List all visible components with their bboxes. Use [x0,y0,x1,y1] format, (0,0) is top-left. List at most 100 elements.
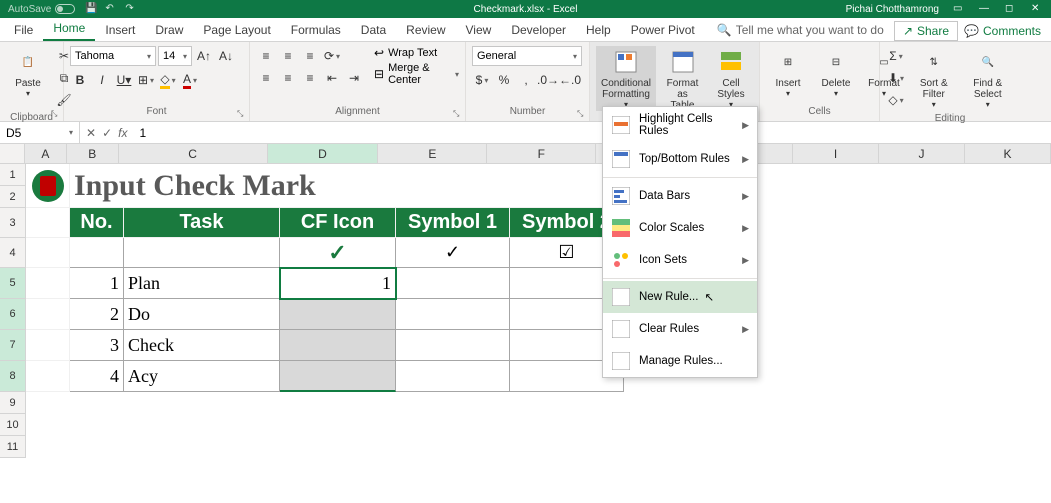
cell[interactable] [26,208,70,238]
tab-help[interactable]: Help [576,19,621,41]
align-bottom-button[interactable]: ≡ [300,46,320,66]
tab-formulas[interactable]: Formulas [281,19,351,41]
quick-access-toolbar[interactable]: 💾 ↶ ↷ [85,3,137,15]
save-icon[interactable]: 💾 [85,3,97,15]
delete-cells-button[interactable]: ⊟Delete▾ [814,46,858,100]
align-center-button[interactable]: ≡ [278,68,298,88]
align-left-button[interactable]: ≡ [256,68,276,88]
grow-font-button[interactable]: A↑ [194,46,214,66]
tab-home[interactable]: Home [43,17,95,41]
cell[interactable] [26,238,70,268]
name-box[interactable]: D5▾ [0,122,80,143]
tab-draw[interactable]: Draw [145,19,193,41]
tell-me[interactable]: 🔍Tell me what you want to do [717,19,884,41]
row-header-11[interactable]: 11 [0,436,26,458]
select-all-corner[interactable] [0,144,25,164]
cell[interactable] [396,361,510,392]
border-button[interactable]: ⊞ [136,70,156,90]
row-header-5[interactable]: 5 [0,268,26,299]
decrease-indent-button[interactable]: ⇤ [322,68,342,88]
sort-filter-button[interactable]: ⇅Sort & Filter▾ [910,46,958,111]
decrease-decimal-button[interactable]: ←.0 [560,70,580,90]
menu-clear-rules[interactable]: Clear Rules▶ [603,313,757,345]
row-header-2[interactable]: 2 [0,186,26,208]
autosave-toggle[interactable]: AutoSave [8,4,75,15]
cancel-formula-button[interactable]: ✕ [86,126,96,140]
menu-data-bars[interactable]: Data Bars▶ [603,180,757,212]
font-launcher[interactable]: ⤡ [237,109,247,119]
hdr-task[interactable]: Task [124,208,280,238]
cell-task[interactable]: Do [124,299,280,330]
col-header-k[interactable]: K [965,144,1051,163]
menu-highlight-cells[interactable]: Highlight Cells Rules▶ [603,107,757,143]
minimize-icon[interactable]: — [979,3,991,15]
row-header-8[interactable]: 8 [0,361,26,392]
number-launcher[interactable]: ⤡ [577,109,587,119]
col-header-f[interactable]: F [487,144,596,163]
align-middle-button[interactable]: ≡ [278,46,298,66]
tab-developer[interactable]: Developer [501,19,576,41]
col-header-d[interactable]: D [268,144,379,163]
italic-button[interactable]: I [92,70,112,90]
fill-button[interactable]: ⬇ [886,68,906,88]
close-icon[interactable]: ✕ [1031,3,1043,15]
col-header-c[interactable]: C [119,144,268,163]
row-header-10[interactable]: 10 [0,414,26,436]
menu-new-rule[interactable]: New Rule...↖ [603,281,757,313]
col-header-a[interactable]: A [25,144,67,163]
checkmark-green-icon[interactable]: ✓ [280,238,396,268]
col-header-j[interactable]: J [879,144,965,163]
cell[interactable] [26,268,70,299]
tab-view[interactable]: View [456,19,502,41]
cell[interactable] [26,299,70,330]
clear-button[interactable]: ◇ [886,90,906,110]
paste-button[interactable]: 📋Paste▾ [6,46,50,100]
row-header-6[interactable]: 6 [0,299,26,330]
increase-decimal-button[interactable]: .0→ [538,70,558,90]
fx-button[interactable]: fx [118,126,127,140]
cell[interactable] [124,238,280,268]
cell-styles-button[interactable]: Cell Styles▾ [709,46,753,111]
cell-no[interactable]: 2 [70,299,124,330]
menu-top-bottom[interactable]: Top/Bottom Rules▶ [603,143,757,175]
cell-task[interactable]: Check [124,330,280,361]
user-name[interactable]: Pichai Chotthamrong [846,4,939,15]
number-format-select[interactable]: General [472,46,582,66]
cell[interactable] [396,299,510,330]
col-header-b[interactable]: B [67,144,119,163]
fill-color-button[interactable]: ◇ [158,70,178,90]
cell[interactable] [26,330,70,361]
ribbon-display-icon[interactable]: ▭ [953,3,965,15]
col-header-e[interactable]: E [378,144,487,163]
enter-formula-button[interactable]: ✓ [102,126,112,140]
bold-button[interactable]: B [70,70,90,90]
increase-indent-button[interactable]: ⇥ [344,68,364,88]
redo-icon[interactable]: ↷ [125,3,137,15]
alignment-launcher[interactable]: ⤡ [453,109,463,119]
hdr-no[interactable]: No. [70,208,124,238]
insert-cells-button[interactable]: ⊞Insert▾ [766,46,810,100]
worksheet[interactable]: A B C D E F G H I J K 1 2 Input Check Ma… [0,144,1051,458]
cell[interactable] [26,361,70,392]
cell[interactable] [396,268,510,299]
clipboard-launcher[interactable]: ⤡ [51,109,61,119]
row-header-9[interactable]: 9 [0,392,26,414]
shrink-font-button[interactable]: A↓ [216,46,236,66]
row-header-1[interactable]: 1 [0,164,26,186]
row-header-7[interactable]: 7 [0,330,26,361]
comma-format-button[interactable]: , [516,70,536,90]
font-name-select[interactable]: Tahoma [70,46,156,66]
tab-page-layout[interactable]: Page Layout [193,19,280,41]
col-header-i[interactable]: I [793,144,879,163]
find-select-button[interactable]: 🔍Find & Select▾ [962,46,1015,111]
row-header-3[interactable]: 3 [0,208,26,238]
cell-task[interactable]: Acy [124,361,280,392]
cell[interactable] [280,361,396,392]
menu-icon-sets[interactable]: Icon Sets▶ [603,244,757,276]
hdr-s1[interactable]: Symbol 1 [396,208,510,238]
cell[interactable] [280,330,396,361]
row-header-4[interactable]: 4 [0,238,26,268]
share-button[interactable]: ↗Share [894,21,958,41]
accounting-format-button[interactable]: $ [472,70,492,90]
cell-no[interactable]: 4 [70,361,124,392]
